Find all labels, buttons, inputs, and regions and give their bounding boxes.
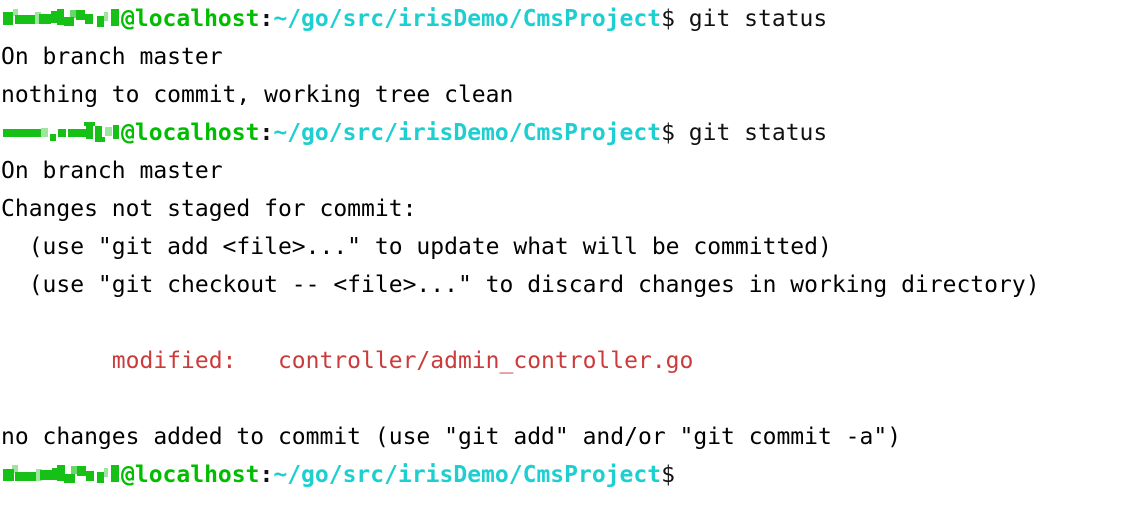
terminal-line-out-6: (use "git checkout -- <file>..." to disc… bbox=[1, 272, 1040, 298]
terminal-line-modified: modified: controller/admin_controller.go bbox=[1, 348, 694, 374]
terminal-line-out-5: (use "git add <file>..." to update what … bbox=[1, 234, 832, 260]
prompt-host-3: @localhost bbox=[121, 462, 260, 488]
prompt-symbol-3: $ bbox=[661, 462, 675, 488]
redacted-username-3 bbox=[1, 462, 121, 488]
prompt-command-2: git status bbox=[674, 120, 828, 146]
terminal-line-blank-1 bbox=[0, 304, 1126, 342]
terminal-line-out-8: no changes added to commit (use "git add… bbox=[1, 424, 902, 450]
prompt-path-1: ~/go/src/irisDemo/CmsProject bbox=[273, 6, 662, 32]
prompt-host-2: @localhost bbox=[121, 120, 260, 146]
redacted-username-1 bbox=[1, 6, 121, 32]
terminal-line-blank-2 bbox=[0, 380, 1126, 418]
prompt-symbol-2: $ bbox=[661, 120, 675, 146]
terminal-line-prompt-1: @localhost : ~/go/src/irisDemo/CmsProjec… bbox=[0, 0, 1126, 38]
prompt-separator-1: : bbox=[259, 6, 274, 32]
prompt-separator-3: : bbox=[259, 462, 274, 488]
terminal-window[interactable]: @localhost : ~/go/src/irisDemo/CmsProjec… bbox=[0, 0, 1126, 508]
terminal-line-out-1: On branch master bbox=[1, 44, 223, 70]
terminal-line-out-3: On branch master bbox=[1, 158, 223, 184]
terminal-line-prompt-3: @localhost : ~/go/src/irisDemo/CmsProjec… bbox=[0, 456, 1126, 494]
prompt-separator-2: : bbox=[259, 120, 274, 146]
prompt-path-2: ~/go/src/irisDemo/CmsProject bbox=[273, 120, 662, 146]
terminal-line-prompt-2: @localhost : ~/go/src/irisDemo/CmsProjec… bbox=[0, 114, 1126, 152]
terminal-line-out-4: Changes not staged for commit: bbox=[1, 196, 417, 222]
prompt-command-1: git status bbox=[674, 6, 828, 32]
prompt-host-1: @localhost bbox=[121, 6, 260, 32]
terminal-line-out-2: nothing to commit, working tree clean bbox=[1, 82, 514, 108]
redacted-username-2 bbox=[1, 120, 121, 146]
prompt-path-3: ~/go/src/irisDemo/CmsProject bbox=[273, 462, 662, 488]
prompt-symbol-1: $ bbox=[661, 6, 675, 32]
